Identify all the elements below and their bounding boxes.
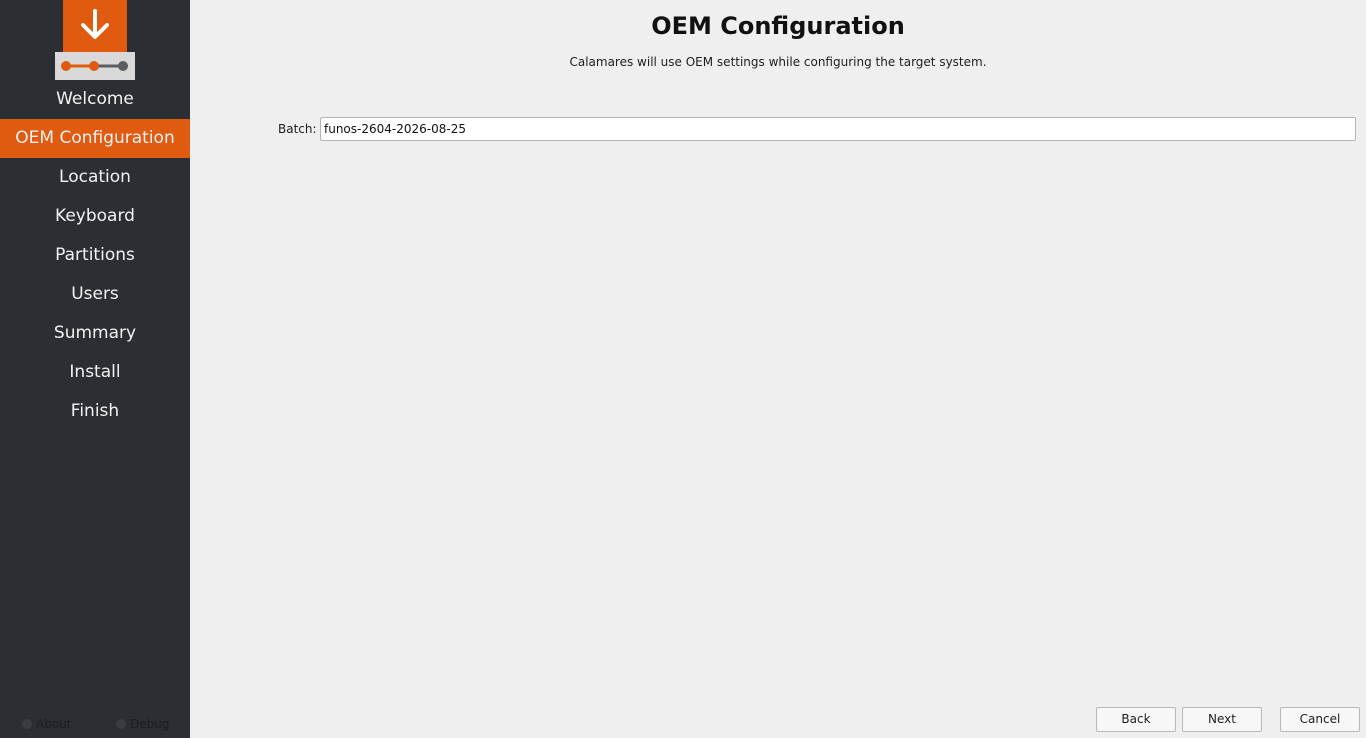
batch-label: Batch: bbox=[278, 122, 317, 136]
info-icon bbox=[22, 719, 32, 729]
step-summary: Summary bbox=[53, 323, 137, 343]
page-subtitle: Calamares will use OEM settings while co… bbox=[569, 55, 987, 69]
progress-dots-icon bbox=[55, 52, 135, 80]
step-list: Welcome OEM Configuration Location Keybo… bbox=[0, 80, 190, 431]
sidebar: Welcome OEM Configuration Location Keybo… bbox=[0, 0, 190, 738]
cancel-button[interactable]: Cancel bbox=[1280, 707, 1360, 732]
step-finish: Finish bbox=[70, 401, 120, 421]
step-welcome: Welcome bbox=[56, 89, 134, 109]
step-install: Install bbox=[69, 362, 121, 382]
step-oem-configuration: OEM Configuration bbox=[0, 119, 190, 158]
sidebar-footer: About Debug bbox=[0, 712, 190, 738]
batch-input[interactable] bbox=[320, 117, 1356, 141]
debug-label: Debug bbox=[130, 717, 170, 731]
about-label: About bbox=[36, 717, 72, 731]
back-button[interactable]: Back bbox=[1096, 707, 1176, 732]
download-arrow-icon bbox=[63, 0, 127, 52]
debug-button[interactable]: Debug bbox=[116, 717, 169, 731]
step-users: Users bbox=[71, 284, 119, 304]
bug-icon bbox=[116, 719, 126, 729]
about-button[interactable]: About bbox=[22, 717, 71, 731]
next-button[interactable]: Next bbox=[1182, 707, 1262, 732]
step-partitions: Partitions bbox=[55, 245, 135, 265]
page-title: OEM Configuration bbox=[651, 12, 905, 40]
step-keyboard: Keyboard bbox=[55, 206, 135, 226]
step-location: Location bbox=[59, 167, 131, 187]
